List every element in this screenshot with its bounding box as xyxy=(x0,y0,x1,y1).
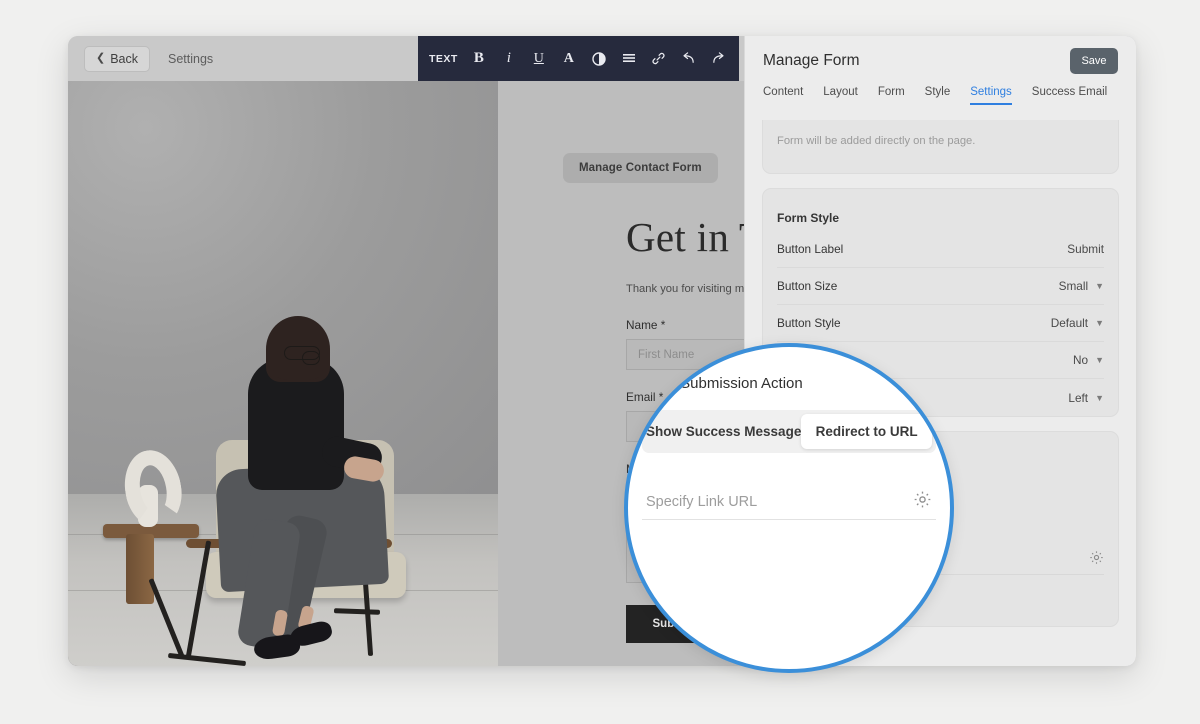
chevron-down-icon: ▼ xyxy=(1095,393,1104,403)
manage-contact-form-badge[interactable]: Manage Contact Form xyxy=(563,153,718,183)
gear-icon[interactable] xyxy=(1089,550,1104,570)
tab-settings[interactable]: Settings xyxy=(970,86,1012,105)
form-placement-note: Form will be added directly on the page. xyxy=(777,129,1104,173)
gear-icon[interactable] xyxy=(913,490,932,513)
redirect-to-url-option[interactable]: Redirect to URL xyxy=(801,414,932,449)
magnifier-lens: Post Submission Action Show Success Mess… xyxy=(624,343,954,673)
tab-content[interactable]: Content xyxy=(763,86,803,103)
chevron-down-icon: ▼ xyxy=(1095,355,1104,365)
tab-style[interactable]: Style xyxy=(925,86,951,103)
tab-layout[interactable]: Layout xyxy=(823,86,858,103)
underline-icon[interactable]: U xyxy=(525,44,553,74)
breadcrumb: Settings xyxy=(168,52,213,66)
hero-photo xyxy=(68,81,498,666)
row-label: Button Style xyxy=(777,316,841,330)
panel-title: Manage Form xyxy=(763,52,859,70)
row-button-size[interactable]: Button Size Small ▼ xyxy=(777,268,1104,305)
row-value-wrap[interactable]: Left ▼ xyxy=(1068,391,1104,405)
post-submission-action-title: Post Submission Action xyxy=(642,375,936,392)
form-style-heading: Form Style xyxy=(777,189,1104,231)
contrast-icon[interactable] xyxy=(585,44,613,74)
row-value: Left xyxy=(1068,391,1088,405)
row-value-wrap[interactable]: No ▼ xyxy=(1073,353,1104,367)
photo-person-glasses xyxy=(284,346,320,360)
row-value: No xyxy=(1073,353,1088,367)
row-value-wrap[interactable]: Default ▼ xyxy=(1051,316,1104,330)
chevron-left-icon: ❮ xyxy=(96,53,105,64)
magnifier-content: Post Submission Action Show Success Mess… xyxy=(628,347,950,669)
form-placement-card: Form will be added directly on the page. xyxy=(762,120,1119,174)
save-button[interactable]: Save xyxy=(1070,48,1118,74)
chevron-down-icon: ▼ xyxy=(1095,318,1104,328)
italic-icon[interactable]: i xyxy=(495,44,523,74)
row-value: Small xyxy=(1059,279,1089,293)
chevron-down-icon: ▼ xyxy=(1095,281,1104,291)
text-format-toolbar: TEXT B i U A xyxy=(418,36,739,81)
redo-icon[interactable] xyxy=(705,44,733,74)
row-button-style[interactable]: Button Style Default ▼ xyxy=(777,305,1104,342)
row-value-wrap[interactable]: Small ▼ xyxy=(1059,279,1104,293)
link-url-field[interactable]: Specify Link URL xyxy=(642,484,936,520)
link-icon[interactable] xyxy=(645,44,673,74)
post-submission-action-segmented: Show Success Message Redirect to URL xyxy=(642,410,936,453)
tab-success-email[interactable]: Success Email xyxy=(1032,86,1107,103)
show-success-message-option[interactable]: Show Success Message xyxy=(646,414,801,449)
align-icon[interactable] xyxy=(615,44,643,74)
row-button-label[interactable]: Button Label Submit xyxy=(777,231,1104,268)
text-label: TEXT xyxy=(424,44,463,74)
font-color-icon[interactable]: A xyxy=(555,44,583,74)
bold-icon[interactable]: B xyxy=(465,44,493,74)
back-button-label: Back xyxy=(110,52,138,66)
row-value[interactable]: Submit xyxy=(1067,242,1104,256)
panel-tabs: Content Layout Form Style Settings Succe… xyxy=(745,86,1136,114)
panel-header: Manage Form Save xyxy=(745,36,1136,86)
tab-form[interactable]: Form xyxy=(878,86,905,103)
row-value: Default xyxy=(1051,316,1088,330)
row-label: Button Label xyxy=(777,242,843,256)
form-placement-segmented[interactable] xyxy=(777,120,1104,129)
undo-icon[interactable] xyxy=(675,44,703,74)
link-url-placeholder: Specify Link URL xyxy=(646,494,757,510)
photo-table-leg xyxy=(126,534,154,604)
back-button[interactable]: ❮ Back xyxy=(84,46,150,72)
row-label: Button Size xyxy=(777,279,837,293)
app-window: ❮ Back Settings TEXT B i U A xyxy=(68,36,1136,666)
